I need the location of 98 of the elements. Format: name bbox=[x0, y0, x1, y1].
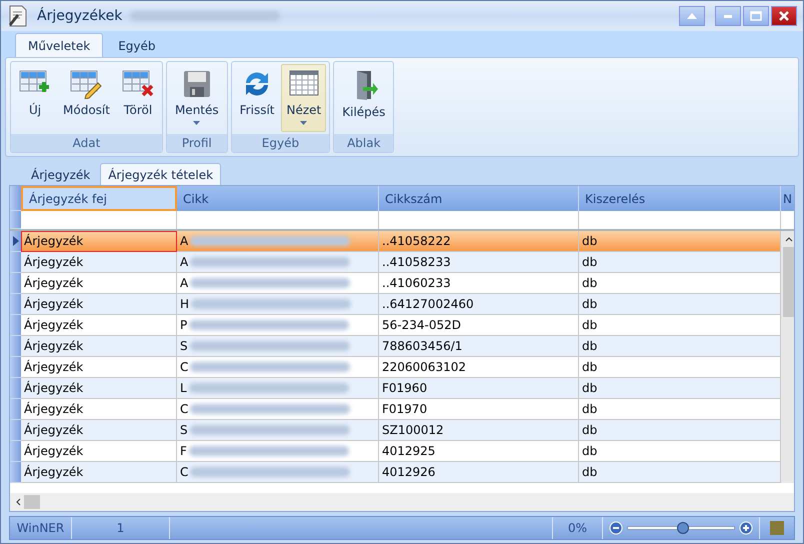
table-cell: Árjegyzék bbox=[21, 399, 177, 420]
ribbon-tab[interactable]: Műveletek bbox=[15, 33, 104, 57]
minimize-icon bbox=[724, 14, 732, 18]
square-icon bbox=[770, 521, 784, 535]
table-cell: Árjegyzék bbox=[21, 231, 177, 252]
column-header[interactable]: Árjegyzék fej bbox=[21, 186, 177, 211]
column-header[interactable]: Kiszerelés bbox=[579, 186, 781, 211]
table-cell: db bbox=[579, 441, 781, 462]
table-cell: db bbox=[579, 336, 781, 357]
table-cell: db bbox=[579, 231, 781, 252]
window-title: Árjegyzékek bbox=[37, 8, 122, 24]
table-cell: A bbox=[177, 231, 379, 252]
table-pencil-icon bbox=[70, 69, 102, 99]
group-label: Profil bbox=[166, 134, 227, 152]
table-cell: F01970 bbox=[379, 399, 579, 420]
table-cell: L bbox=[177, 378, 379, 399]
row-header bbox=[10, 211, 21, 229]
scroll-thumb[interactable] bbox=[24, 495, 40, 509]
table-cell: db bbox=[579, 252, 781, 273]
ribbon-button[interactable]: Mentés bbox=[170, 64, 224, 132]
table-delete-icon bbox=[122, 69, 154, 99]
zoom-percent: 0% bbox=[553, 517, 603, 539]
table-cell: Árjegyzék bbox=[21, 273, 177, 294]
minimize-button[interactable] bbox=[715, 6, 741, 26]
table-cell: db bbox=[579, 357, 781, 378]
table-cell: ..41058222 bbox=[379, 231, 579, 252]
table-cell: db bbox=[579, 378, 781, 399]
table-cell: ..41060233 bbox=[379, 273, 579, 294]
document-tab[interactable]: Árjegyzék bbox=[23, 163, 98, 185]
ribbon-button[interactable]: Frissít bbox=[234, 64, 280, 132]
table-cell: Árjegyzék bbox=[21, 357, 177, 378]
table-cell: S bbox=[177, 336, 379, 357]
table-cell: Árjegyzék bbox=[21, 441, 177, 462]
close-icon bbox=[779, 11, 789, 21]
status-app-name: WinNER bbox=[10, 517, 72, 539]
table-cell: Árjegyzék bbox=[21, 252, 177, 273]
table-cell: P bbox=[177, 315, 379, 336]
table-cell: Árjegyzék bbox=[21, 315, 177, 336]
caret-icon bbox=[193, 121, 200, 125]
table-cell: C bbox=[177, 462, 379, 483]
table-cell: F01960 bbox=[379, 378, 579, 399]
document-tab[interactable]: Árjegyzék tételek bbox=[100, 163, 222, 185]
ribbon-collapse-button[interactable] bbox=[679, 6, 705, 26]
column-header[interactable]: Cikk bbox=[177, 186, 379, 211]
table-cell: F bbox=[177, 441, 379, 462]
table-cell: 4012926 bbox=[379, 462, 579, 483]
chevron-left-icon[interactable] bbox=[14, 498, 22, 506]
ribbon-button[interactable]: Nézet bbox=[281, 64, 326, 132]
table-cell: 56-234-052D bbox=[379, 315, 579, 336]
floppy-icon bbox=[182, 69, 212, 99]
triangle-up-icon bbox=[687, 13, 697, 19]
table-cell: Árjegyzék bbox=[21, 420, 177, 441]
ribbon-button[interactable]: Új bbox=[14, 64, 56, 132]
table-cell: db bbox=[579, 273, 781, 294]
column-header[interactable]: N bbox=[781, 186, 794, 211]
group-label: Ablak bbox=[334, 134, 394, 152]
table-cell: db bbox=[579, 420, 781, 441]
table-cell: C bbox=[177, 357, 379, 378]
table-cell: A bbox=[177, 252, 379, 273]
table-cell: Árjegyzék bbox=[21, 462, 177, 483]
table-cell: C bbox=[177, 399, 379, 420]
chevron-up-icon[interactable] bbox=[785, 235, 793, 243]
zoom-out-icon[interactable] bbox=[609, 521, 623, 535]
table-cell: Árjegyzék bbox=[21, 336, 177, 357]
ribbon-button[interactable]: Töröl bbox=[116, 64, 159, 132]
table-cell: 788603456/1 bbox=[379, 336, 579, 357]
close-button[interactable] bbox=[771, 6, 797, 26]
ribbon-tab[interactable]: Egyéb bbox=[105, 33, 169, 57]
table-cell: db bbox=[579, 294, 781, 315]
table-cell: 22060063102 bbox=[379, 357, 579, 378]
scroll-thumb[interactable] bbox=[783, 247, 794, 317]
ribbon-button[interactable]: Módosít bbox=[58, 64, 115, 132]
horizontal-scrollbar[interactable] bbox=[10, 493, 794, 511]
table-cell: H bbox=[177, 294, 379, 315]
row-pointer-icon bbox=[12, 236, 18, 246]
table-cell: A bbox=[177, 273, 379, 294]
caret-icon bbox=[300, 121, 308, 125]
table-cell: db bbox=[579, 399, 781, 420]
table-cell: Árjegyzék bbox=[21, 378, 177, 399]
table-cell: 4012925 bbox=[379, 441, 579, 462]
row-header bbox=[10, 186, 21, 211]
ribbon-button[interactable]: Kilépés bbox=[337, 64, 390, 132]
group-label: Adat bbox=[11, 134, 162, 152]
vertical-scrollbar[interactable] bbox=[781, 231, 794, 483]
status-count: 1 bbox=[72, 517, 170, 539]
table-cell: S bbox=[177, 420, 379, 441]
table-cell: SZ100012 bbox=[379, 420, 579, 441]
row-header[interactable] bbox=[10, 231, 21, 252]
table-cell: Árjegyzék bbox=[21, 294, 177, 315]
table-cell: db bbox=[579, 462, 781, 483]
zoom-in-icon[interactable] bbox=[739, 521, 753, 535]
table-cell: ..41058233 bbox=[379, 252, 579, 273]
table-cell: ..64127002460 bbox=[379, 294, 579, 315]
maximize-icon bbox=[750, 11, 762, 21]
document-icon bbox=[7, 4, 29, 28]
table-cell: db bbox=[579, 315, 781, 336]
column-header[interactable]: Cikkszám bbox=[379, 186, 579, 211]
group-label: Egyéb bbox=[232, 134, 330, 152]
